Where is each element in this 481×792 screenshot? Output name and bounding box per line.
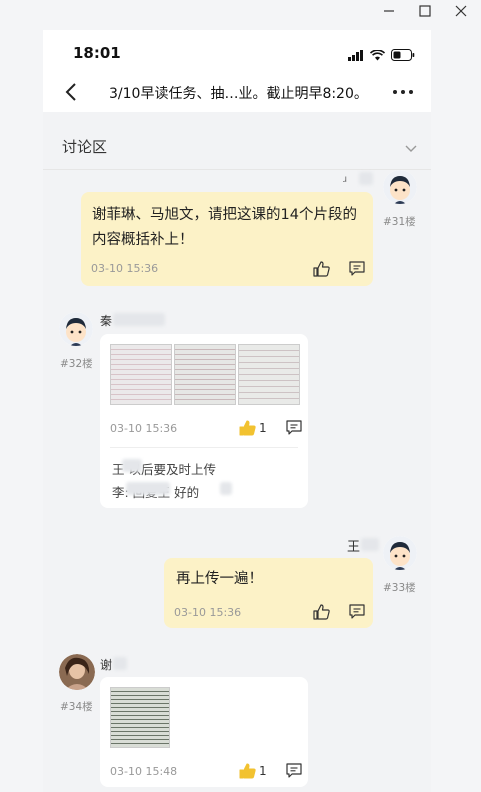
message-bubble: 03-10 15:48 1 bbox=[100, 677, 308, 787]
discussion-section-header[interactable]: 讨论区 bbox=[43, 112, 431, 170]
avatar[interactable] bbox=[383, 536, 417, 570]
message-bubble: 03-10 15:36 1 王 以后要及时上传 李: 回复王 好的 bbox=[100, 334, 308, 508]
message-text: 再上传一遍！ bbox=[176, 571, 263, 587]
message-bubble: 再上传一遍！ 03-10 15:36 bbox=[164, 558, 373, 628]
floor-number: #32楼 bbox=[60, 358, 93, 370]
divider bbox=[110, 447, 298, 448]
section-title: 讨论区 bbox=[62, 138, 108, 156]
message-text: 谢菲琳、马旭文，请把这课的14个片段的 bbox=[92, 207, 357, 223]
liked-icon[interactable] bbox=[239, 420, 256, 440]
battery-icon bbox=[391, 46, 415, 65]
blurred-name bbox=[113, 313, 165, 326]
title-bar: 3/10早读任务、抽…业。截止明早8:20。 bbox=[43, 76, 431, 112]
blurred-name bbox=[122, 459, 142, 472]
comment-icon[interactable] bbox=[286, 420, 302, 439]
comment-icon[interactable] bbox=[349, 261, 365, 280]
like-count: 1 bbox=[259, 421, 267, 435]
blurred-name bbox=[220, 482, 232, 495]
avatar[interactable] bbox=[59, 312, 93, 346]
liked-icon[interactable] bbox=[239, 763, 256, 783]
wifi-icon bbox=[369, 46, 386, 65]
post-timestamp: 03-10 15:36 bbox=[174, 606, 242, 619]
blurred-name bbox=[359, 172, 373, 185]
more-options-icon[interactable] bbox=[393, 90, 413, 94]
maximize-icon[interactable] bbox=[419, 5, 431, 17]
attachment-image[interactable] bbox=[174, 344, 236, 405]
chevron-down-icon[interactable] bbox=[405, 138, 417, 157]
signal-icon bbox=[348, 46, 364, 65]
message-text: 内容概括补上！ bbox=[92, 232, 194, 248]
close-icon[interactable] bbox=[455, 5, 467, 17]
post-author-name: ᠌ɹ bbox=[343, 174, 348, 185]
comment-icon[interactable] bbox=[286, 763, 302, 782]
floor-number: #34楼 bbox=[60, 701, 93, 713]
post-author-name: 谢 bbox=[100, 658, 113, 672]
window-controls bbox=[331, 0, 481, 22]
avatar[interactable] bbox=[383, 170, 417, 204]
blurred-name bbox=[361, 538, 379, 551]
page-title: 3/10早读任务、抽…业。截止明早8:20。 bbox=[109, 86, 368, 102]
attachment-image[interactable] bbox=[110, 344, 172, 405]
post-author-name: 秦 bbox=[100, 314, 113, 328]
status-time: 18:01 bbox=[73, 44, 121, 62]
like-icon[interactable] bbox=[313, 604, 330, 624]
floor-number: #33楼 bbox=[383, 582, 416, 594]
blurred-name bbox=[113, 657, 127, 670]
blurred-name bbox=[126, 482, 170, 495]
status-bar: 18:01 bbox=[43, 30, 431, 76]
post-author-name: 王 bbox=[347, 540, 361, 555]
floor-number: #31楼 bbox=[383, 216, 416, 228]
post-timestamp: 03-10 15:36 bbox=[91, 262, 159, 275]
comment-icon[interactable] bbox=[349, 604, 365, 623]
minimize-icon[interactable] bbox=[383, 5, 395, 17]
like-icon[interactable] bbox=[313, 261, 330, 281]
message-bubble: 谢菲琳、马旭文，请把这课的14个片段的 内容概括补上！ 03-10 15:36 bbox=[81, 192, 373, 286]
back-icon[interactable] bbox=[65, 82, 77, 106]
attachment-image[interactable] bbox=[110, 687, 170, 748]
avatar[interactable] bbox=[59, 654, 95, 690]
attachment-image[interactable] bbox=[238, 344, 300, 405]
like-count: 1 bbox=[259, 764, 267, 778]
post-timestamp: 03-10 15:48 bbox=[110, 765, 178, 778]
phone-screen: 18:01 3/10早读任务、抽…业。截止明早8:20。 讨论区 ᠌ɹ #31楼… bbox=[43, 30, 431, 792]
post-timestamp: 03-10 15:36 bbox=[110, 422, 178, 435]
